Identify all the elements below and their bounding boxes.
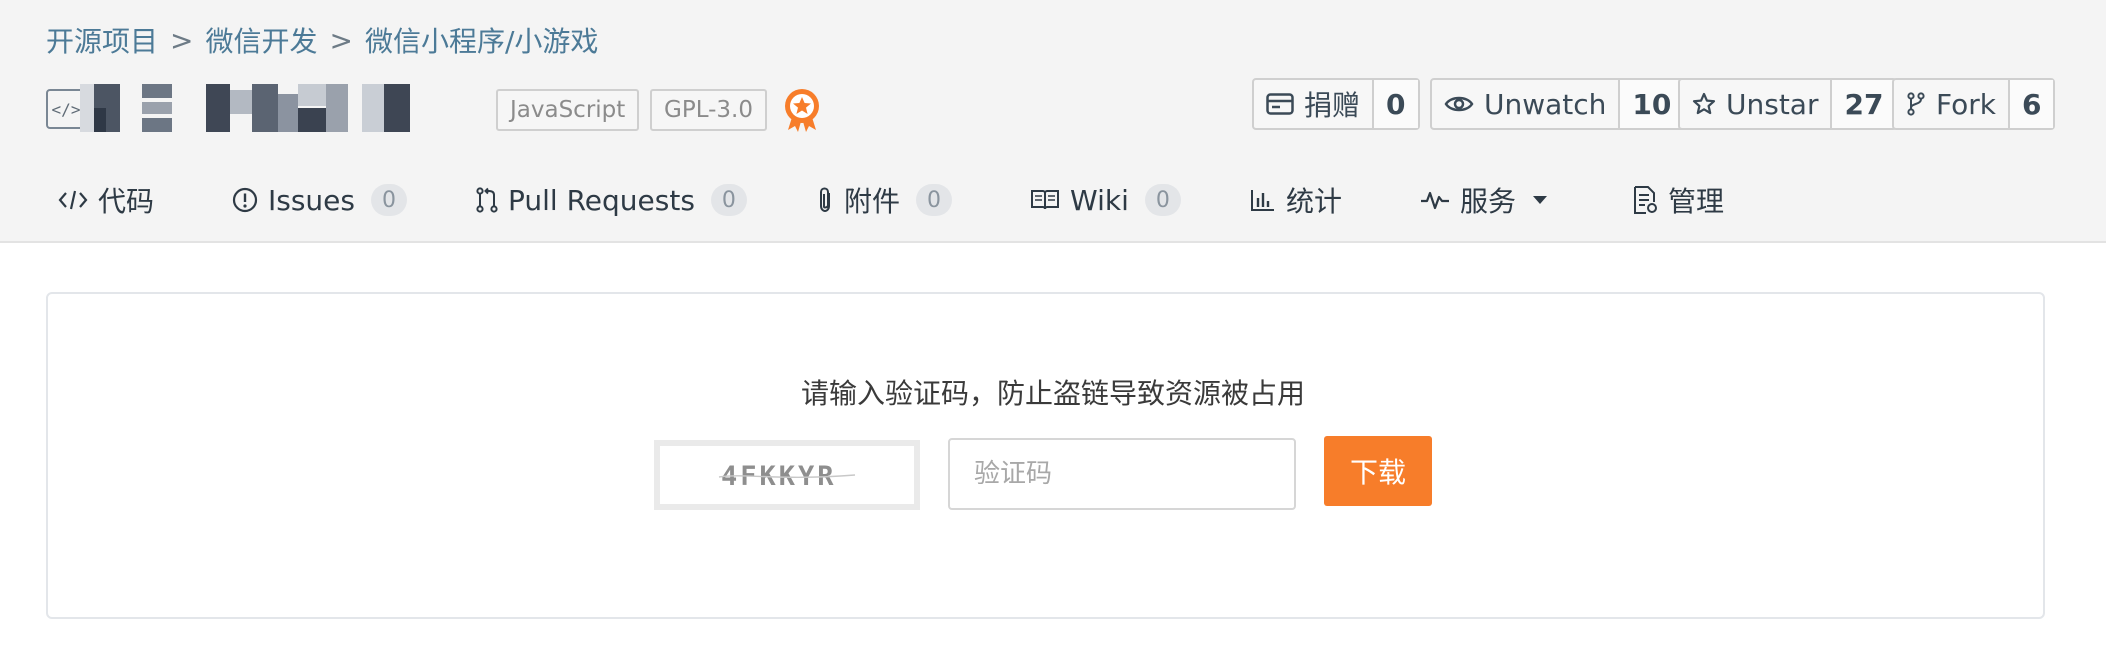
tab-label: Wiki bbox=[1070, 183, 1129, 217]
tab-label: 代码 bbox=[98, 185, 155, 218]
fork-icon bbox=[1907, 92, 1925, 116]
repo-header: 开源项目 > 微信开发 > 微信小程序/小游戏 </> JavaScript G… bbox=[0, 0, 2106, 243]
pull-requests-count-badge: 0 bbox=[710, 184, 747, 216]
document-icon bbox=[1634, 186, 1657, 214]
tab-code[interactable]: 代码 bbox=[58, 172, 154, 228]
watch-count[interactable]: 10 bbox=[1618, 80, 1684, 128]
tab-label: Pull Requests bbox=[508, 183, 695, 217]
unstar-button[interactable]: Unstar 27 bbox=[1678, 78, 1898, 130]
fork-button[interactable]: Fork 6 bbox=[1892, 78, 2056, 130]
tab-label: 附件 bbox=[844, 185, 901, 218]
donate-button[interactable]: 捐赠 0 bbox=[1252, 78, 1420, 130]
fork-count[interactable]: 6 bbox=[2007, 80, 2054, 128]
repo-tabs: 代码 Issues 0 Pull Requests 0 附件 0 Wiki 0 … bbox=[0, 172, 2106, 228]
wiki-count-badge: 0 bbox=[1144, 184, 1181, 216]
fork-label: Fork bbox=[1936, 87, 1996, 121]
bar-chart-icon bbox=[1251, 190, 1274, 211]
code-icon bbox=[58, 190, 88, 210]
download-button[interactable]: 下载 bbox=[1324, 436, 1432, 506]
tab-pull-requests[interactable]: Pull Requests 0 bbox=[476, 172, 747, 228]
captcha-input[interactable] bbox=[948, 438, 1296, 510]
tab-statistics[interactable]: 统计 bbox=[1250, 172, 1342, 228]
tab-label: 统计 bbox=[1286, 185, 1343, 218]
repo-name-obscured[interactable] bbox=[80, 84, 480, 134]
captcha-text-image: 4FKKYR bbox=[718, 461, 856, 492]
language-tag[interactable]: JavaScript bbox=[496, 89, 640, 131]
breadcrumb-item-mini-program[interactable]: 微信小程序/小游戏 bbox=[365, 20, 598, 60]
breadcrumb-separator: > bbox=[170, 23, 194, 57]
tab-issues[interactable]: Issues 0 bbox=[232, 172, 407, 228]
unwatch-button[interactable]: Unwatch 10 bbox=[1430, 78, 1686, 130]
issues-count-badge: 0 bbox=[371, 184, 407, 216]
star-count[interactable]: 27 bbox=[1830, 80, 1896, 128]
pulse-icon bbox=[1421, 191, 1449, 210]
license-tag[interactable]: GPL-3.0 bbox=[650, 89, 767, 131]
caret-down-icon bbox=[1533, 196, 1548, 204]
star-icon bbox=[1692, 92, 1716, 115]
tab-label: 服务 bbox=[1460, 185, 1517, 218]
captcha-image[interactable]: 4FKKYR bbox=[654, 440, 920, 510]
donate-label: 捐赠 bbox=[1304, 89, 1361, 122]
captcha-prompt: 请输入验证码，防止盗链导致资源被占用 bbox=[800, 377, 1305, 410]
tab-manage[interactable]: 管理 bbox=[1632, 172, 1724, 228]
tab-wiki[interactable]: Wiki 0 bbox=[1030, 172, 1181, 228]
tab-attachments[interactable]: 附件 0 bbox=[816, 172, 953, 228]
attachments-count-badge: 0 bbox=[916, 184, 953, 216]
award-medal-icon bbox=[785, 89, 819, 132]
breadcrumb-separator: > bbox=[329, 23, 353, 57]
tab-label: Issues bbox=[268, 183, 355, 217]
tab-label: 管理 bbox=[1668, 185, 1725, 218]
eye-icon bbox=[1444, 96, 1474, 112]
wallet-icon bbox=[1266, 93, 1294, 115]
book-icon bbox=[1031, 190, 1059, 210]
issue-icon bbox=[232, 187, 258, 213]
tab-services[interactable]: 服务 bbox=[1420, 172, 1548, 228]
paperclip-icon bbox=[820, 187, 830, 213]
pull-request-icon bbox=[476, 187, 498, 213]
breadcrumb: 开源项目 > 微信开发 > 微信小程序/小游戏 bbox=[46, 20, 598, 60]
donate-count[interactable]: 0 bbox=[1372, 80, 1418, 128]
breadcrumb-item-open-source[interactable]: 开源项目 bbox=[46, 20, 158, 60]
unstar-label: Unstar bbox=[1726, 87, 1819, 121]
unwatch-label: Unwatch bbox=[1484, 87, 1607, 121]
breadcrumb-item-wechat-dev[interactable]: 微信开发 bbox=[205, 20, 317, 60]
